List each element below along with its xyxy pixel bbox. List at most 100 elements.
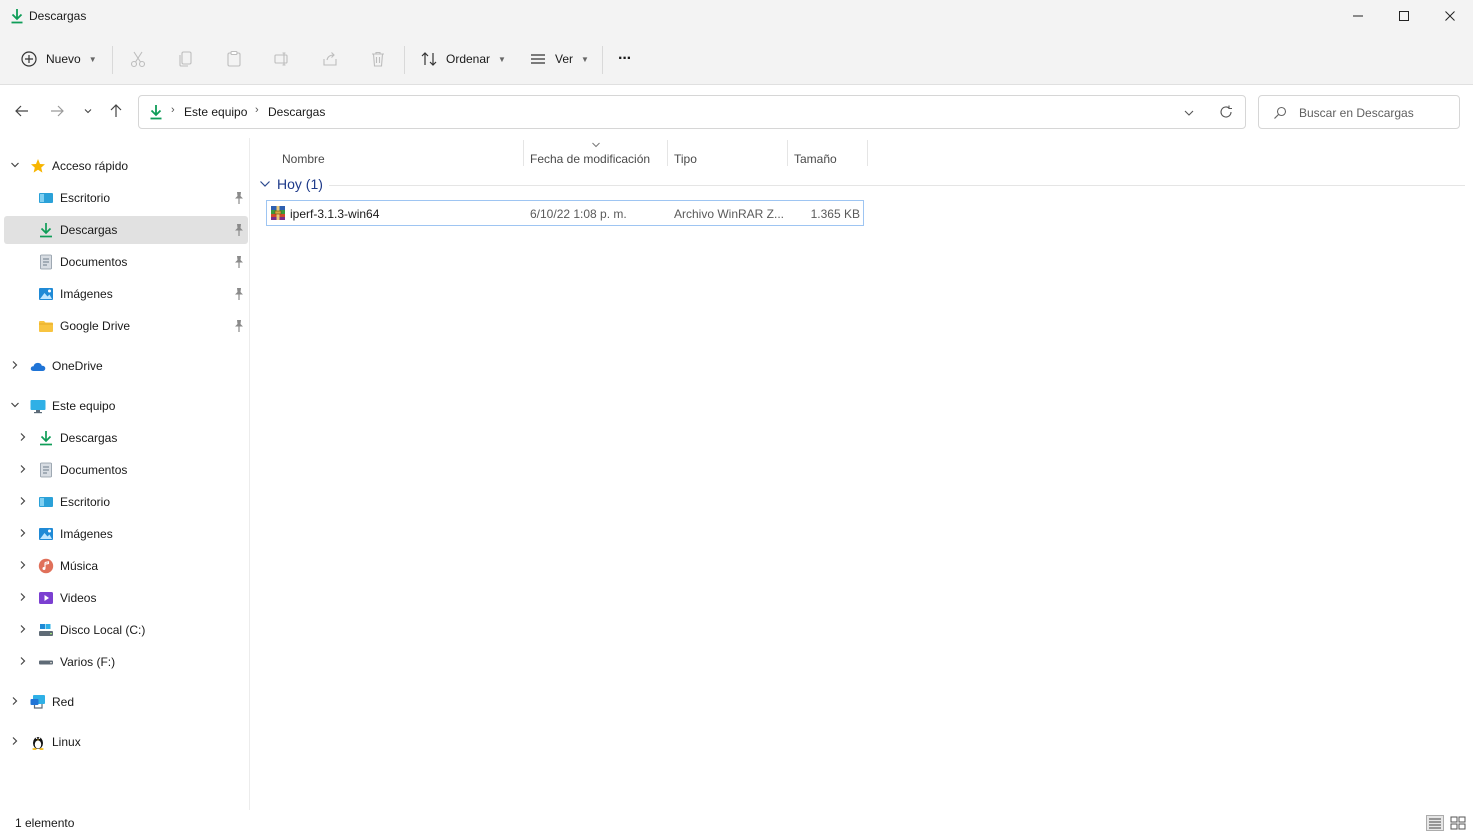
sidebar-item-label: Documentos bbox=[60, 255, 128, 269]
sidebar-item-pc-videos[interactable]: Videos bbox=[4, 584, 248, 612]
tiles-view-icon bbox=[1450, 816, 1466, 830]
pin-icon[interactable] bbox=[233, 191, 245, 205]
minimize-button[interactable] bbox=[1335, 0, 1381, 32]
pin-icon[interactable] bbox=[233, 255, 245, 269]
column-divider[interactable] bbox=[867, 140, 868, 166]
cut-button[interactable] bbox=[127, 48, 149, 70]
share-button[interactable] bbox=[319, 48, 341, 70]
copy-button[interactable] bbox=[175, 48, 197, 70]
refresh-button[interactable] bbox=[1219, 105, 1233, 122]
new-button[interactable]: Nuevo ▼ bbox=[20, 45, 97, 73]
more-options-button[interactable]: ··· bbox=[618, 45, 632, 73]
sidebar-item-google-drive[interactable]: Google Drive bbox=[4, 312, 248, 340]
share-icon bbox=[323, 52, 337, 66]
chevron-right-icon[interactable] bbox=[16, 430, 30, 444]
chevron-right-icon[interactable] bbox=[16, 462, 30, 476]
sidebar-item-documents[interactable]: Documentos bbox=[4, 248, 248, 276]
address-history-button[interactable] bbox=[1183, 107, 1195, 122]
tiles-view-button[interactable] bbox=[1449, 815, 1467, 831]
column-header-size[interactable]: Tamaño bbox=[788, 146, 868, 168]
search-input[interactable]: Buscar en Descargas bbox=[1299, 106, 1414, 120]
paste-button[interactable] bbox=[223, 48, 245, 70]
sidebar-item-pc-varios[interactable]: Varios (F:) bbox=[4, 648, 248, 676]
details-view-icon bbox=[1426, 815, 1444, 831]
search-box[interactable]: Buscar en Descargas bbox=[1258, 95, 1460, 129]
file-row[interactable]: iperf-3.1.3-win64 6/10/22 1:08 p. m. Arc… bbox=[266, 200, 864, 226]
chevron-right-icon[interactable] bbox=[16, 590, 30, 604]
sidebar-item-pc-music[interactable]: Música bbox=[4, 552, 248, 580]
sidebar-item-this-pc[interactable]: Este equipo bbox=[4, 392, 248, 420]
sidebar-item-label: Red bbox=[52, 695, 75, 709]
breadcrumb-this-pc[interactable]: Este equipo bbox=[184, 105, 247, 119]
sidebar-item-quick-access[interactable]: Acceso rápido bbox=[4, 152, 248, 180]
navigation-row: › Este equipo › Descargas Buscar en Desc… bbox=[0, 85, 1473, 138]
address-bar[interactable]: › Este equipo › Descargas bbox=[138, 95, 1246, 129]
recent-locations-button[interactable] bbox=[77, 99, 99, 123]
sidebar-item-label: Videos bbox=[60, 591, 97, 605]
up-button[interactable] bbox=[105, 99, 127, 123]
search-icon bbox=[1273, 106, 1287, 123]
command-bar: Nuevo ▼ Ordenar ▼ Ver ▼ ··· bbox=[0, 32, 1473, 85]
sidebar-item-desktop[interactable]: Escritorio bbox=[4, 184, 248, 212]
toolbar-separator bbox=[404, 46, 405, 74]
sidebar-item-linux[interactable]: Linux bbox=[4, 728, 248, 756]
sidebar-item-onedrive[interactable]: OneDrive bbox=[4, 352, 248, 380]
view-button-label: Ver bbox=[555, 52, 574, 66]
linux-penguin-icon bbox=[30, 734, 46, 750]
item-count: 1 elemento bbox=[15, 816, 75, 830]
chevron-right-icon[interactable] bbox=[16, 622, 30, 636]
file-type: Archivo WinRAR Z... bbox=[674, 207, 785, 221]
chevron-right-icon[interactable] bbox=[16, 526, 30, 540]
sort-icon bbox=[421, 52, 437, 66]
chevron-right-icon[interactable] bbox=[8, 734, 22, 748]
column-header-name[interactable]: Nombre bbox=[276, 146, 524, 168]
chevron-right-icon[interactable] bbox=[16, 494, 30, 508]
column-header-type[interactable]: Tipo bbox=[668, 146, 788, 168]
chevron-right-icon[interactable] bbox=[16, 558, 30, 572]
music-icon bbox=[38, 558, 54, 574]
sidebar-item-pc-desktop[interactable]: Escritorio bbox=[4, 488, 248, 516]
chevron-right-icon[interactable] bbox=[8, 694, 22, 708]
sidebar-item-pc-downloads[interactable]: Descargas bbox=[4, 424, 248, 452]
chevron-down-icon[interactable] bbox=[8, 158, 22, 172]
column-header-label: Tipo bbox=[674, 152, 697, 166]
maximize-button[interactable] bbox=[1381, 0, 1427, 32]
folder-icon bbox=[38, 318, 54, 334]
sidebar-item-label: Google Drive bbox=[60, 319, 131, 333]
sidebar-item-pc-pictures[interactable]: Imágenes bbox=[4, 520, 248, 548]
chevron-down-icon[interactable] bbox=[8, 398, 22, 412]
sort-button[interactable]: Ordenar ▼ bbox=[420, 45, 506, 73]
forward-button[interactable] bbox=[46, 99, 68, 123]
back-button[interactable] bbox=[11, 99, 33, 123]
sidebar-item-pc-documents[interactable]: Documentos bbox=[4, 456, 248, 484]
paste-icon bbox=[227, 50, 241, 67]
pin-icon[interactable] bbox=[233, 319, 245, 333]
chevron-down-icon: ▼ bbox=[581, 54, 589, 64]
breadcrumb-downloads[interactable]: Descargas bbox=[268, 105, 325, 119]
pin-icon[interactable] bbox=[233, 223, 245, 237]
sidebar-item-pc-local-disk[interactable]: Disco Local (C:) bbox=[4, 616, 248, 644]
pin-icon[interactable] bbox=[233, 287, 245, 301]
column-header-modified[interactable]: Fecha de modificación bbox=[524, 146, 668, 168]
rename-button[interactable] bbox=[271, 48, 293, 70]
details-view-button[interactable] bbox=[1426, 815, 1444, 831]
chevron-right-icon[interactable] bbox=[8, 358, 22, 372]
delete-button[interactable] bbox=[367, 48, 389, 70]
download-icon bbox=[10, 8, 24, 24]
sidebar-item-label: Documentos bbox=[60, 463, 128, 477]
sidebar-item-label: Este equipo bbox=[52, 399, 116, 413]
sidebar-item-label: Varios (F:) bbox=[60, 655, 116, 669]
chevron-down-icon: ▼ bbox=[498, 54, 506, 64]
sidebar-item-downloads[interactable]: Descargas bbox=[4, 216, 248, 244]
group-header-today[interactable]: Hoy (1) bbox=[259, 176, 323, 192]
close-button[interactable] bbox=[1427, 0, 1473, 32]
view-button[interactable]: Ver ▼ bbox=[529, 45, 589, 73]
winrar-archive-icon bbox=[270, 205, 286, 224]
status-bar: 1 elemento bbox=[0, 810, 1473, 835]
computer-icon bbox=[30, 398, 46, 414]
chevron-down-icon bbox=[84, 109, 92, 114]
sidebar-item-pictures[interactable]: Imágenes bbox=[4, 280, 248, 308]
sidebar-item-network[interactable]: Red bbox=[4, 688, 248, 716]
chevron-right-icon[interactable] bbox=[16, 654, 30, 668]
sidebar-item-label: OneDrive bbox=[52, 359, 103, 373]
